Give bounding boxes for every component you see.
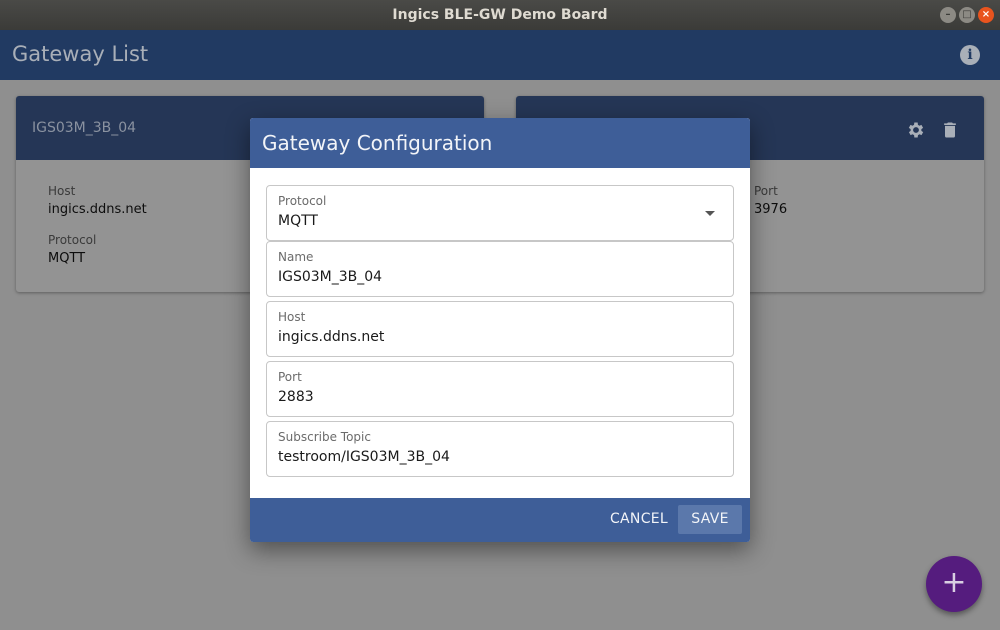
port-label: Port (754, 184, 778, 198)
save-button[interactable]: SAVE (678, 505, 742, 534)
cancel-button[interactable]: CANCEL (602, 505, 676, 534)
dialog-actions: CANCEL SAVE (250, 498, 750, 542)
host-value: ingics.ddns.net (48, 202, 147, 217)
topic-field-label: Subscribe Topic (278, 430, 371, 444)
add-gateway-button[interactable]: + (926, 556, 982, 612)
window-titlebar: Ingics BLE-GW Demo Board – □ × (0, 0, 1000, 30)
app-bar: Gateway List i (0, 30, 1000, 80)
gateway-config-dialog: Gateway Configuration Protocol MQTT Name… (250, 118, 750, 542)
close-icon[interactable]: × (978, 7, 994, 23)
name-field-value: IGS03M_3B_04 (278, 269, 383, 285)
port-field-value: 2883 (278, 389, 314, 405)
protocol-label: Protocol (48, 233, 97, 247)
page-title: Gateway List (12, 42, 149, 66)
maximize-icon[interactable]: □ (959, 7, 975, 23)
minimize-icon[interactable]: – (940, 7, 956, 23)
gear-icon[interactable] (906, 120, 926, 140)
card-title: IGS03M_3B_04 (32, 120, 137, 136)
window-title: Ingics BLE-GW Demo Board (392, 7, 608, 23)
subscribe-topic-field[interactable]: Subscribe Topic testroom/IGS03M_3B_04 (266, 421, 734, 477)
protocol-field-label: Protocol (278, 194, 327, 208)
card-actions (906, 120, 960, 140)
name-field[interactable]: Name IGS03M_3B_04 (266, 241, 734, 297)
dialog-title: Gateway Configuration (262, 131, 493, 155)
window-controls: – □ × (940, 7, 994, 23)
protocol-value: MQTT (48, 251, 86, 266)
topic-field-value: testroom/IGS03M_3B_04 (278, 449, 450, 465)
name-field-label: Name (278, 250, 314, 264)
port-field[interactable]: Port 2883 (266, 361, 734, 417)
port-field-label: Port (278, 370, 302, 384)
protocol-select[interactable]: Protocol MQTT (266, 185, 734, 241)
trash-icon[interactable] (940, 120, 960, 140)
protocol-field-value: MQTT (278, 213, 318, 229)
port-value: 3976 (754, 202, 788, 217)
info-icon[interactable]: i (960, 45, 980, 65)
dialog-header: Gateway Configuration (250, 118, 750, 168)
host-label: Host (48, 184, 76, 198)
host-field-value: ingics.ddns.net (278, 329, 385, 345)
chevron-down-icon[interactable] (705, 211, 715, 216)
host-field-label: Host (278, 310, 306, 324)
host-field[interactable]: Host ingics.ddns.net (266, 301, 734, 357)
plus-icon: + (941, 565, 967, 600)
